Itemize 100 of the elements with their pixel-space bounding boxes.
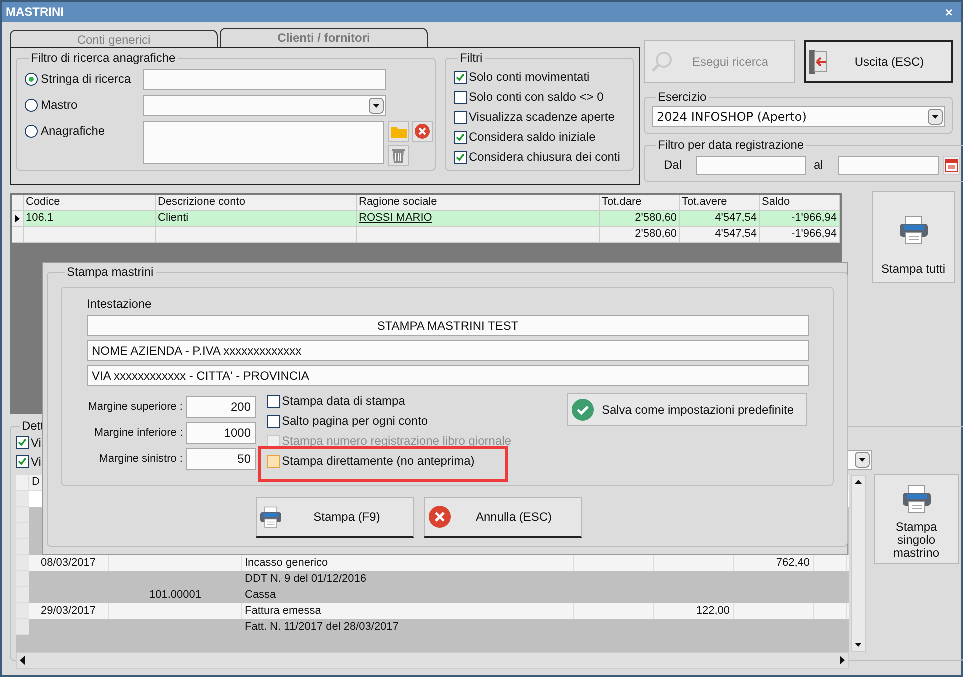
checkbox[interactable] — [267, 394, 280, 408]
check-icon — [456, 152, 465, 162]
search-field[interactable] — [143, 69, 386, 90]
column-header[interactable]: D — [32, 476, 40, 488]
table-cell: 101.00001 — [150, 589, 202, 601]
row-header — [16, 555, 29, 571]
checkbox[interactable] — [267, 414, 280, 428]
scroll-right-icon[interactable] — [838, 656, 846, 665]
radio-button[interactable] — [25, 124, 38, 138]
printer-icon — [900, 483, 932, 515]
check-icon — [456, 72, 465, 82]
field-label: Dal — [663, 157, 684, 174]
radio-label: Mastro — [41, 97, 78, 114]
checkbox-label: Solo conti movimentati — [469, 69, 590, 86]
table-cell: 2'580,60 — [635, 228, 677, 240]
checkmark-icon — [572, 398, 594, 420]
checkbox-label: Considera chiusura dei conti — [469, 149, 620, 166]
margin-field[interactable]: 200 — [186, 396, 256, 418]
table-cell: DDT N. 9 del 01/12/2016 — [245, 573, 366, 585]
checkbox-label: Vi — [31, 434, 42, 452]
scroll-left-icon[interactable] — [19, 656, 27, 665]
check-icon — [456, 132, 465, 142]
horizontal-scrollbar[interactable] — [16, 652, 849, 669]
printer-icon — [259, 505, 283, 529]
row-header — [16, 507, 29, 523]
table-cell: Fatt. N. 11/2017 del 28/03/2017 — [245, 621, 399, 633]
radio-button[interactable] — [25, 98, 38, 112]
table-cell: 4'547,54 — [715, 228, 757, 240]
group-title: Filtri — [459, 50, 484, 67]
table-cell: Fattura emessa — [245, 605, 322, 617]
header-field[interactable]: NOME AZIENDA - P.IVA xxxxxxxxxxxxx — [87, 340, 809, 361]
table-cell: Cassa — [245, 589, 276, 601]
window-title: MASTRINI — [6, 4, 64, 21]
table-cell: 29/03/2017 — [40, 605, 96, 617]
field-label: Margine sinistro : — [98, 452, 183, 467]
table-cell: Incasso generico — [245, 557, 328, 569]
checkbox[interactable] — [454, 130, 467, 144]
exit-button[interactable]: Uscita (ESC) — [804, 40, 953, 83]
group-title: Filtro di ricerca anagrafiche — [30, 50, 177, 67]
trash-button[interactable] — [388, 145, 409, 166]
calendar-button[interactable] — [943, 156, 960, 174]
checkbox[interactable] — [454, 110, 467, 124]
list-field[interactable] — [143, 121, 384, 164]
field-label: al — [814, 157, 824, 174]
date-field[interactable] — [696, 156, 806, 174]
checkbox[interactable] — [267, 454, 280, 468]
radio-label: Stringa di ricerca — [41, 71, 132, 88]
table-row[interactable]: 08/03/2017 Incasso generico 762,40 — [16, 555, 849, 571]
select-field[interactable] — [143, 95, 386, 116]
dropdown-button[interactable] — [369, 98, 384, 114]
print-button[interactable]: Stampa (F9) — [256, 497, 414, 538]
checkbox-label: Considera saldo iniziale — [469, 129, 596, 146]
row-header — [16, 619, 29, 635]
folder-icon — [390, 126, 406, 138]
row-header — [16, 603, 29, 619]
print-all-button[interactable]: Stampa tutti — [872, 191, 955, 283]
radio-button[interactable] — [25, 72, 38, 86]
checkbox-label: Stampa direttamente (no anteprima) — [282, 453, 475, 470]
row-header — [16, 571, 29, 587]
header-field[interactable]: STAMPA MASTRINI TEST — [87, 315, 809, 336]
header-field[interactable]: VIA xxxxxxxxxxxx - CITTA' - PROVINCIA — [87, 365, 809, 386]
checkbox-label: Stampa numero registrazione libro giornale — [282, 433, 512, 450]
close-icon — [415, 124, 430, 139]
checkbox[interactable] — [16, 455, 29, 468]
save-defaults-button[interactable]: Salva come impostazioni predefinite — [567, 393, 807, 426]
field-label: Margine inferiore : — [93, 426, 183, 441]
radio-label: Anagrafiche — [41, 123, 106, 140]
checkbox-label: Salto pagina per ogni conto — [282, 413, 428, 430]
check-icon — [18, 457, 27, 466]
table-cell: -1'966,94 — [791, 212, 837, 224]
checkbox[interactable] — [454, 90, 467, 104]
table-row[interactable]: 2'580,60 4'547,54 -1'966,94 — [12, 227, 840, 243]
cancel-icon — [429, 506, 451, 528]
search-icon — [651, 50, 673, 72]
margin-field[interactable]: 1000 — [186, 422, 256, 444]
checkbox[interactable] — [454, 150, 467, 164]
select-field[interactable]: 2024 INFOSHOP (Aperto) — [652, 106, 945, 127]
table-cell: 08/03/2017 — [40, 557, 96, 569]
print-single-button[interactable]: Stampa singolo mastrino — [874, 474, 959, 564]
checkbox[interactable] — [16, 436, 29, 449]
row-header — [16, 587, 29, 603]
table-cell: Clienti — [158, 212, 189, 224]
table-row[interactable]: 29/03/2017 Fattura emessa 122,00 — [16, 603, 849, 619]
dropdown-button[interactable] — [928, 108, 943, 124]
dialog-title: Stampa mastrini — [66, 264, 155, 281]
vertical-scrollbar[interactable] — [851, 475, 866, 652]
delete-button[interactable] — [412, 121, 433, 142]
field-label: Margine superiore : — [87, 400, 183, 415]
cancel-button[interactable]: Annulla (ESC) — [424, 497, 582, 538]
link[interactable]: ROSSI MARIO — [359, 212, 432, 224]
section-label: Intestazione — [87, 297, 153, 311]
table-row[interactable]: 106.1 Clienti ROSSI MARIO 2'580,60 4'547,54 -1'966,94 — [12, 211, 840, 227]
dropdown-button[interactable] — [855, 452, 870, 468]
check-icon — [18, 438, 27, 447]
checkbox[interactable] — [454, 70, 467, 84]
group-title: Filtro per data registrazione — [657, 137, 806, 154]
table-cell: 2'580,60 — [635, 212, 677, 224]
margin-field[interactable]: 50 — [186, 448, 256, 470]
group-title: Esercizio — [657, 89, 708, 106]
date-field[interactable] — [838, 156, 939, 174]
